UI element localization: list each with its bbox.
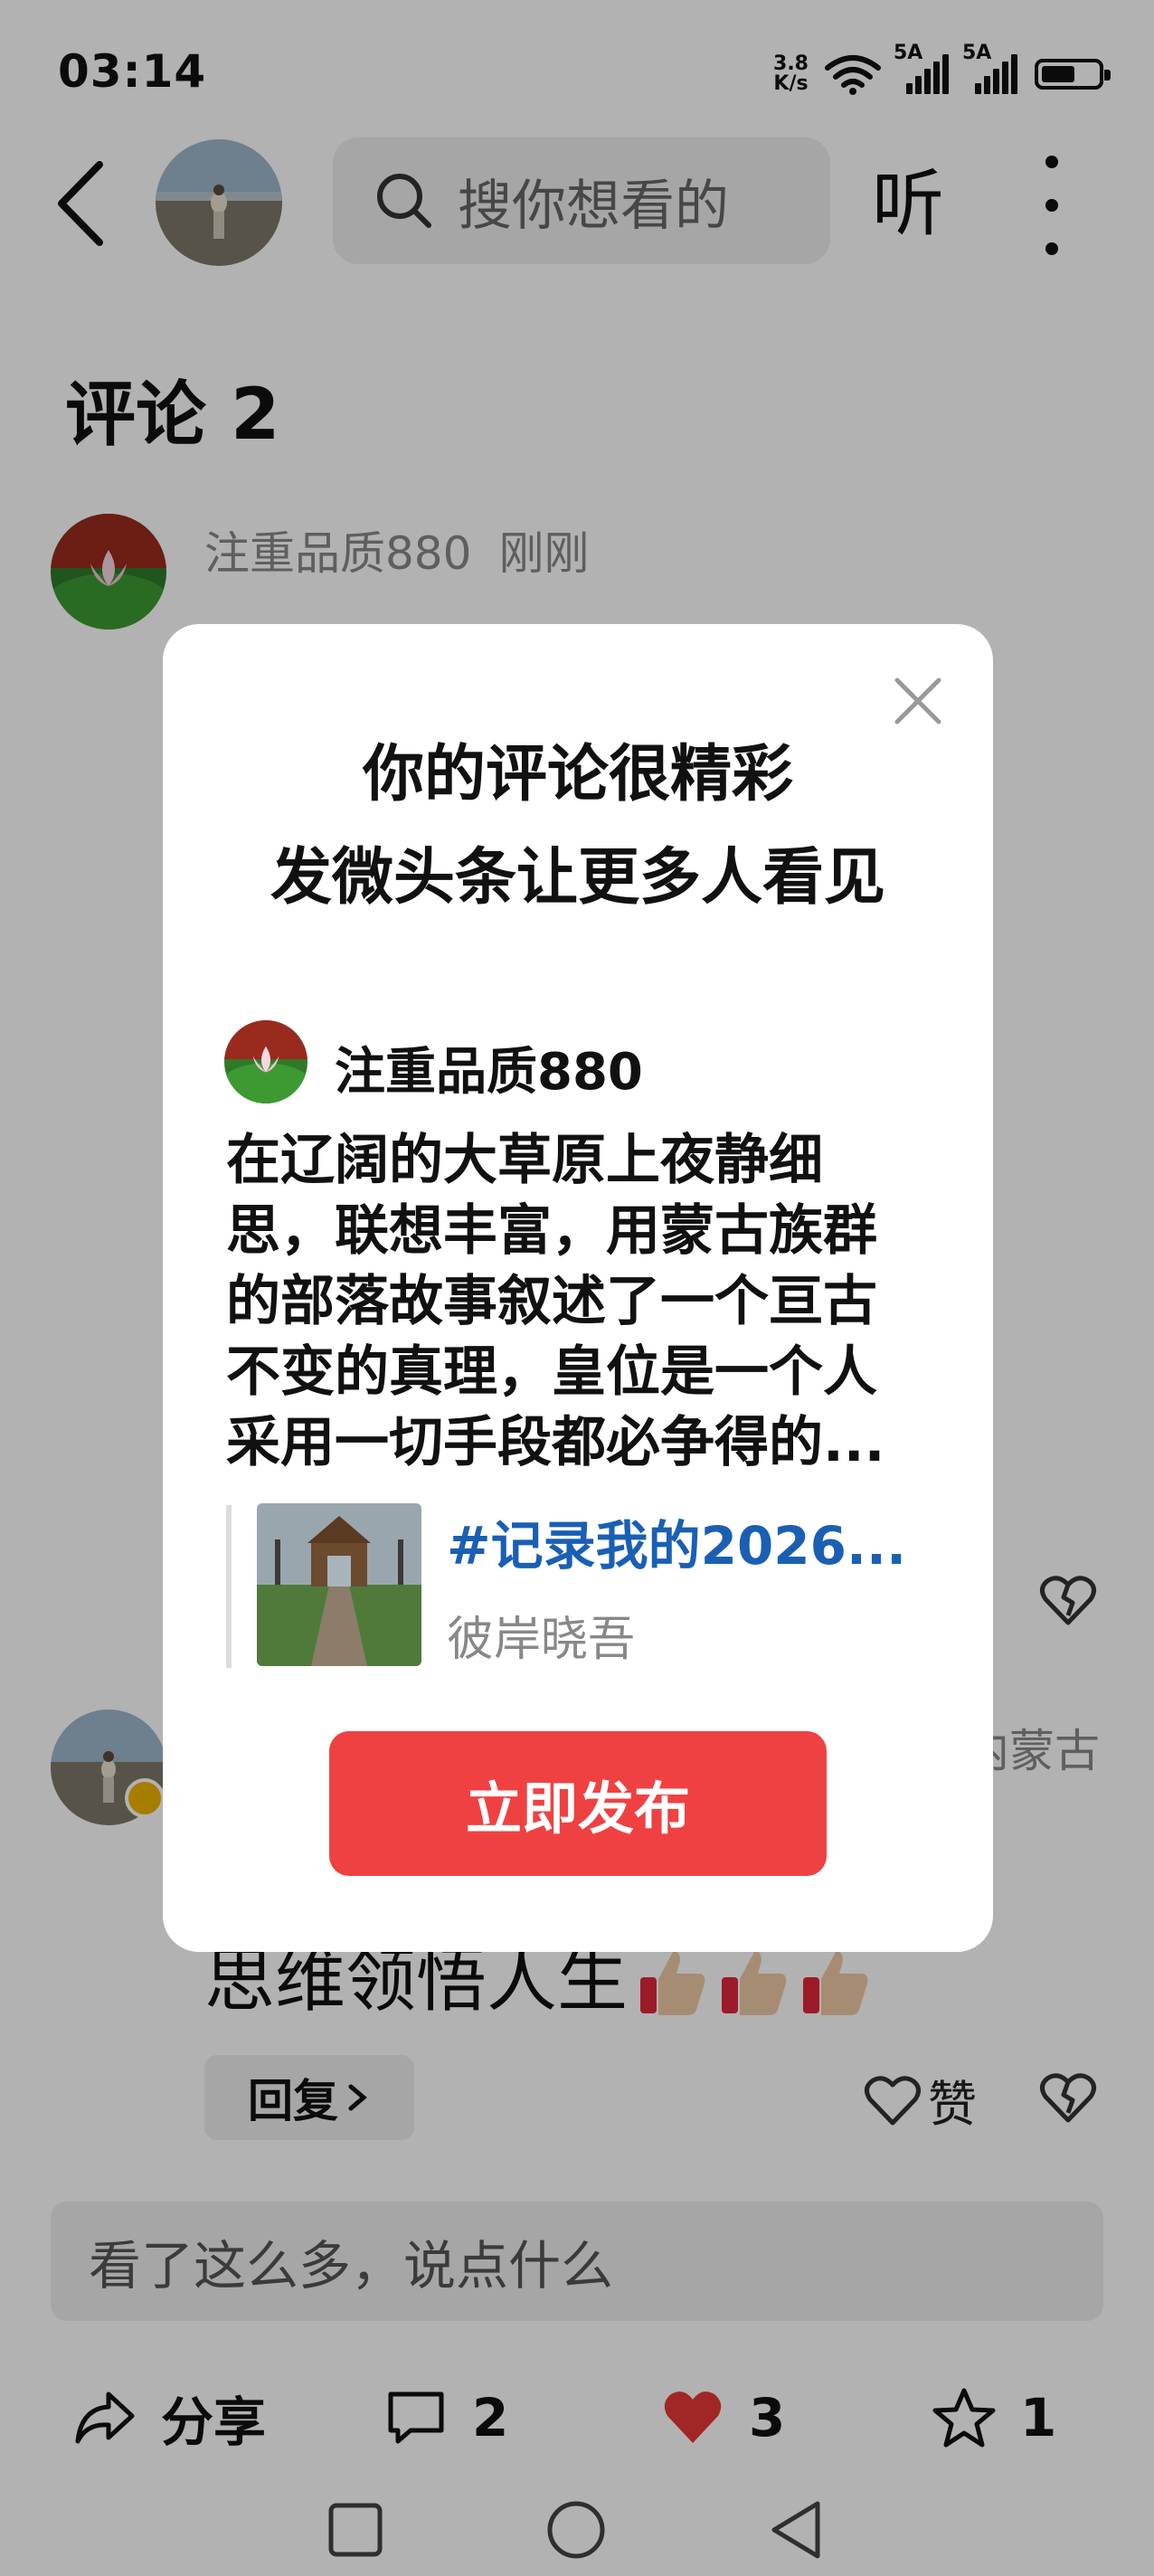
publish-button[interactable]: 立即发布: [329, 1731, 827, 1876]
dialog-title-line2: 发微头条让更多人看见: [270, 842, 885, 914]
quote-title-link[interactable]: #记录我的2026...: [447, 1503, 906, 1579]
dialog-user-name: 注重品质880: [335, 1043, 643, 1102]
quote-divider: [226, 1505, 232, 1668]
dialog-comment-text: 在辽阔的大草原上夜静细思，联想丰富，用蒙古族群的部落故事叙述了一个亘古不变的真理…: [226, 1129, 885, 1474]
dialog-title: 你的评论很精彩 发微头条让更多人看见: [163, 724, 993, 930]
quote-author: 彼岸晓吾: [447, 1613, 636, 1667]
dialog-title-line1: 你的评论很精彩: [362, 739, 793, 810]
dialog-user-avatar: [224, 1020, 307, 1103]
quote-thumbnail: [257, 1503, 421, 1666]
